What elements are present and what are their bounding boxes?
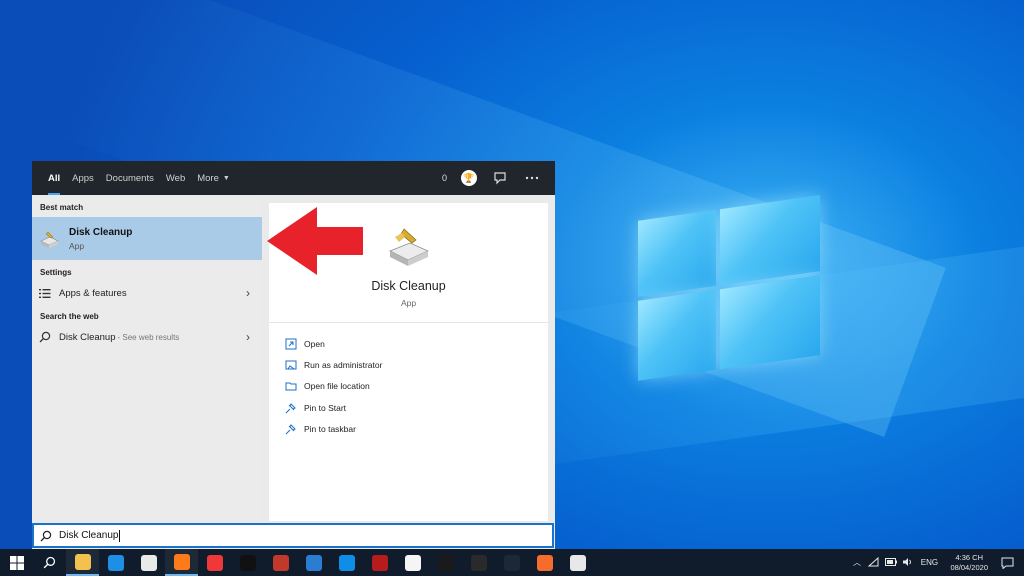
- search-icon: [39, 331, 53, 343]
- taskbar-app-paint[interactable]: [132, 549, 165, 576]
- teamviewer-icon: [338, 554, 355, 571]
- start-button[interactable]: [0, 549, 33, 576]
- feedback-icon[interactable]: [491, 169, 509, 187]
- action-pin-to-start[interactable]: Pin to Start: [269, 397, 548, 418]
- chevron-right-icon: ›: [246, 330, 250, 344]
- volume-icon[interactable]: [900, 557, 915, 569]
- record-icon: [239, 554, 256, 571]
- network-icon[interactable]: [866, 556, 881, 569]
- search-tab-bar: All Apps Documents Web More ▼ 0 🏆: [32, 161, 555, 195]
- results-list: Best match Disk Cleanup App Settings App…: [32, 195, 262, 521]
- chrome-icon: [569, 554, 586, 571]
- tab-web[interactable]: Web: [160, 161, 191, 195]
- list-icon: [39, 288, 53, 299]
- open-icon: [285, 338, 297, 350]
- apps-icon: [404, 554, 421, 571]
- best-match-item[interactable]: Disk Cleanup App: [32, 217, 262, 260]
- preview-app-name: Disk Cleanup: [371, 279, 446, 293]
- game-icon: [437, 554, 454, 571]
- search-box[interactable]: Disk Cleanup: [32, 523, 554, 548]
- action-open-file-location[interactable]: Open file location: [269, 376, 548, 397]
- firefox-icon: [173, 553, 190, 570]
- taskbar-app-teamviewer[interactable]: [330, 549, 363, 576]
- preview-app-type: App: [400, 298, 417, 308]
- disk-cleanup-icon: [40, 231, 59, 248]
- pin-icon: [285, 402, 297, 414]
- mail-icon: [107, 554, 124, 571]
- taskbar: ︿ ENG 4:36 CH 08/04/2020: [0, 549, 1024, 576]
- taskbar-app-word[interactable]: [297, 549, 330, 576]
- taskbar-app-file-explorer[interactable]: [66, 549, 99, 576]
- best-match-type: App: [69, 240, 85, 251]
- epic-games-icon: [470, 554, 487, 571]
- windows-logo-wallpaper: [636, 179, 824, 395]
- section-best-match: Best match: [40, 203, 84, 212]
- search-icon: [40, 530, 52, 542]
- vivaldi-icon: [206, 554, 223, 571]
- taskbar-search-button[interactable]: [33, 549, 66, 576]
- taskbar-app-firefox[interactable]: [165, 549, 198, 576]
- section-settings: Settings: [40, 268, 72, 277]
- word-icon: [305, 554, 322, 571]
- language-indicator[interactable]: ENG: [917, 558, 941, 567]
- taskbar-app-epic-games[interactable]: [462, 549, 495, 576]
- taskbar-app-vivaldi[interactable]: [198, 549, 231, 576]
- system-tray: ︿ ENG 4:36 CH 08/04/2020: [848, 549, 1024, 576]
- shield-icon: [285, 359, 297, 371]
- windows-icon: [9, 555, 24, 570]
- tab-more[interactable]: More ▼: [191, 161, 236, 195]
- clock[interactable]: 4:36 CH 08/04/2020: [950, 553, 988, 573]
- taskbar-app-record[interactable]: [231, 549, 264, 576]
- action-run-as-administrator[interactable]: Run as administrator: [269, 354, 548, 375]
- taskbar-app-origin[interactable]: [528, 549, 561, 576]
- taskbar-app-ccleaner[interactable]: [264, 549, 297, 576]
- section-search-web: Search the web: [40, 312, 99, 321]
- taskbar-app-steam[interactable]: [495, 549, 528, 576]
- trophy-icon[interactable]: 🏆: [461, 170, 477, 186]
- ccleaner-icon: [272, 554, 289, 571]
- search-input[interactable]: Disk Cleanup: [59, 530, 118, 541]
- taskbar-app-game[interactable]: [429, 549, 462, 576]
- notification-icon[interactable]: [996, 557, 1018, 569]
- folder-icon: [285, 380, 297, 392]
- origin-icon: [536, 554, 553, 571]
- taskbar-app-chrome[interactable]: [561, 549, 594, 576]
- chevron-right-icon: ›: [246, 286, 250, 300]
- taskbar-app-apps[interactable]: [396, 549, 429, 576]
- best-match-name: Disk Cleanup: [69, 226, 133, 238]
- text-cursor: [119, 529, 121, 542]
- settings-apps-features[interactable]: Apps & features ›: [32, 282, 262, 304]
- pin-icon: [285, 423, 297, 435]
- chevron-up-icon[interactable]: ︿: [849, 557, 864, 568]
- action-open[interactable]: Open: [269, 333, 548, 354]
- tab-all[interactable]: All: [42, 161, 66, 195]
- taskbar-app-sw[interactable]: [363, 549, 396, 576]
- web-search-result[interactable]: Disk Cleanup - See web results ›: [32, 326, 262, 348]
- tab-apps[interactable]: Apps: [66, 161, 100, 195]
- battery-icon[interactable]: [883, 557, 898, 568]
- chevron-down-icon: ▼: [222, 174, 230, 182]
- search-icon: [43, 556, 56, 569]
- web-results-hint: - See web results: [117, 332, 180, 342]
- tab-documents[interactable]: Documents: [100, 161, 160, 195]
- action-pin-to-taskbar[interactable]: Pin to taskbar: [269, 418, 548, 439]
- file-explorer-icon: [74, 553, 91, 570]
- red-arrow-annotation: [267, 207, 363, 275]
- taskbar-app-mail[interactable]: [99, 549, 132, 576]
- paint-icon: [140, 554, 157, 571]
- sw-icon: [371, 554, 388, 571]
- steam-icon: [503, 554, 520, 571]
- rewards-points: 0: [441, 173, 447, 183]
- more-options-icon[interactable]: [523, 169, 541, 187]
- disk-cleanup-icon: [388, 228, 429, 266]
